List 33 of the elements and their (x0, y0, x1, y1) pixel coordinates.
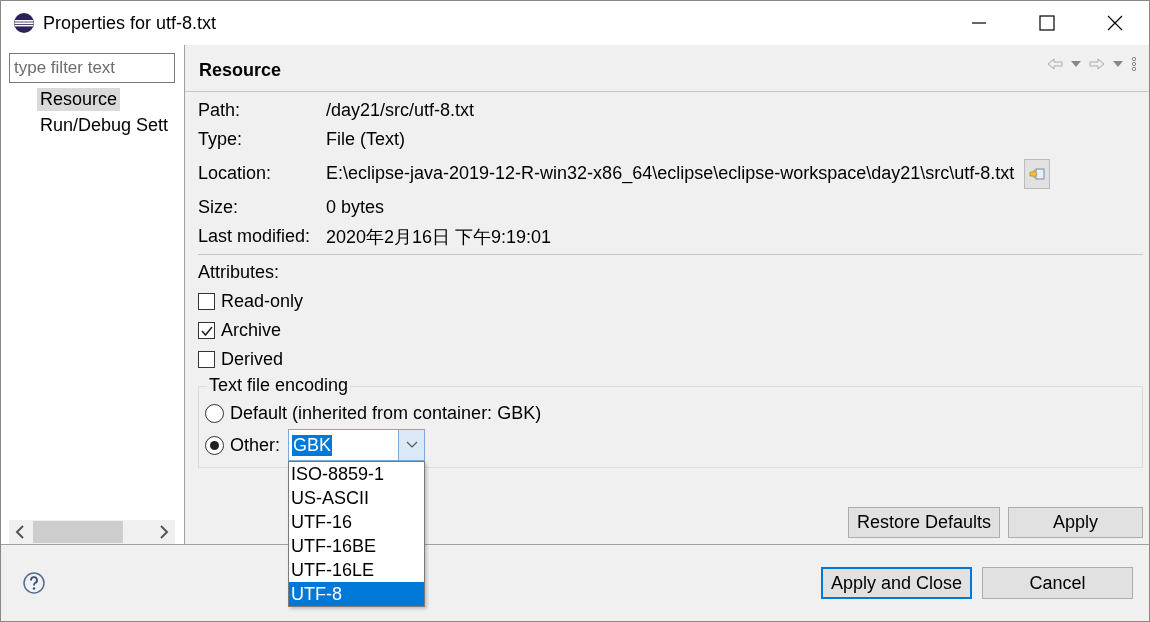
checkbox-label: Archive (221, 320, 282, 341)
selected-text: GBK (292, 434, 333, 456)
property-label: Type: (198, 129, 244, 150)
page-title: Resource (199, 59, 282, 81)
property-value: 2020年2月16日 下午9:19:01 (326, 225, 552, 249)
radio-label: Other: (230, 434, 281, 456)
dropdown-option[interactable]: UTF-16 (289, 510, 425, 534)
property-label: Location: (198, 163, 273, 184)
checkbox-label: Derived (221, 349, 284, 370)
property-value: E:\eclipse-java-2019-12-R-win32-x86_64\eclipse\eclipse-workspace\day21\src\utf-8.txt (326, 163, 1015, 184)
dropdown-option[interactable]: UTF-16LE (289, 558, 425, 582)
property-value: File (Text) (326, 129, 405, 150)
property-label: Size: (198, 197, 240, 218)
radio-label: Default (inherited from container: GBK) (230, 402, 542, 424)
tree-item[interactable]: Run/Debug Sett (37, 114, 172, 137)
dialog-button[interactable]: Cancel (982, 567, 1133, 599)
page-button[interactable]: Apply (1008, 507, 1143, 538)
property-value: /day21/src/utf-8.txt (326, 100, 475, 121)
dropdown-option[interactable]: US-ASCII (289, 486, 425, 510)
property-label: Last modified: (198, 226, 312, 247)
property-label: Path: (198, 100, 242, 121)
dropdown-option[interactable]: UTF-16BE (289, 534, 425, 558)
dropdown-option[interactable]: ISO-8859-1 (289, 462, 425, 486)
dropdown-option[interactable]: UTF-8 (289, 582, 425, 606)
dialog-button[interactable]: Apply and Close (821, 567, 972, 599)
tree-item[interactable]: Resource (37, 88, 121, 111)
window-title: Properties for utf-8.txt (43, 12, 217, 34)
page-button[interactable]: Restore Defaults (848, 507, 1000, 538)
attributes-label: Attributes: (198, 261, 281, 284)
checkbox-label: Read-only (221, 291, 304, 312)
property-value: 0 bytes (326, 197, 385, 218)
filter-field[interactable]: type filter text (9, 53, 175, 83)
group-title: Text file encoding (207, 375, 351, 396)
